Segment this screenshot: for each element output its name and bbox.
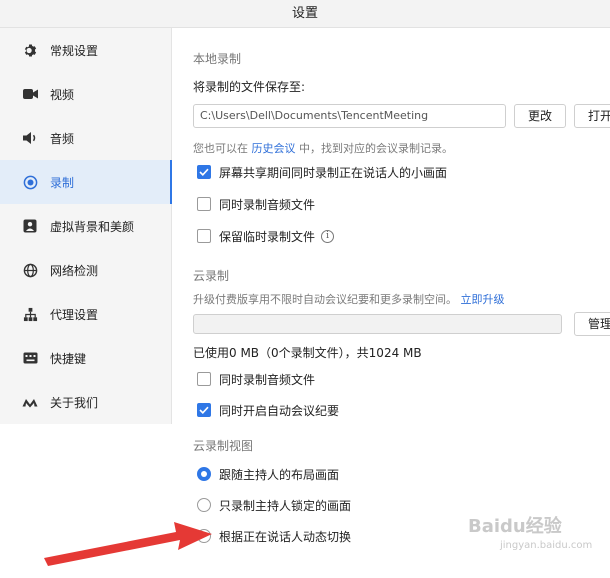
info-icon[interactable]: i — [321, 229, 335, 243]
speaker-icon — [22, 130, 38, 146]
sidebar-item-network-test[interactable]: 网络检测 — [0, 248, 172, 292]
sidebar-item-label: 代理设置 — [50, 307, 99, 322]
option-record-audio-cloud[interactable]: 同时录制音频文件 — [197, 370, 315, 388]
history-hint-suffix: 中，找到对应的会议录制记录。 — [299, 142, 453, 155]
record-icon — [22, 174, 38, 190]
sidebar-item-about[interactable]: 关于我们 — [0, 380, 172, 424]
keyboard-icon — [22, 350, 38, 366]
cloud-storage-bar — [193, 314, 562, 334]
option-label: 同时录制音频文件 — [219, 197, 316, 212]
sidebar-item-label: 录制 — [50, 175, 75, 190]
option-label: 屏幕共享期间同时录制正在说话人的小画面 — [219, 165, 448, 180]
sidebar-item-virtual-background[interactable]: 虚拟背景和美颜 — [0, 204, 172, 248]
manage-button[interactable]: 管理 — [574, 312, 610, 336]
sidebar-item-proxy-settings[interactable]: 代理设置 — [0, 292, 172, 336]
logo-icon — [22, 394, 38, 410]
change-path-button[interactable]: 更改 — [514, 104, 566, 128]
option-record-speaker-during-share[interactable]: 屏幕共享期间同时录制正在说话人的小画面 — [197, 163, 447, 181]
sidebar: 常规设置 视频 音频 录制 虚拟背景和美颜 网络检测 代理设置 快捷键 关于我们 — [0, 28, 172, 424]
gear-icon — [22, 42, 38, 58]
upgrade-hint: 升级付费版享用不限时自动会议纪要和更多录制空间。 立即升级 — [193, 291, 505, 307]
sidebar-item-label: 关于我们 — [50, 395, 99, 410]
sidebar-item-recording[interactable]: 录制 — [0, 160, 172, 204]
cloud-view-title: 云录制视图 — [193, 439, 254, 453]
sidebar-item-label: 网络检测 — [50, 263, 99, 278]
save-path-input[interactable]: C:\Users\Dell\Documents\TencentMeeting — [193, 104, 506, 128]
radio-unselected[interactable] — [197, 498, 211, 512]
window-title: 设置 — [0, 0, 610, 28]
sidebar-item-label: 音频 — [50, 131, 75, 146]
cloud-usage-text: 已使用0 MB（0个录制文件），共1024 MB — [193, 346, 422, 360]
local-recording-title: 本地录制 — [193, 52, 242, 66]
radio-unselected[interactable] — [197, 529, 211, 543]
open-folder-button[interactable]: 打开 — [574, 104, 610, 128]
option-label: 根据正在说话人动态切换 — [219, 529, 352, 544]
radio-follow-host-layout[interactable]: 跟随主持人的布局画面 — [197, 465, 339, 483]
option-label: 同时开启自动会议纪要 — [219, 403, 340, 418]
option-auto-minutes[interactable]: 同时开启自动会议纪要 — [197, 401, 339, 419]
option-record-audio-local[interactable]: 同时录制音频文件 — [197, 195, 315, 213]
network-tree-icon — [22, 306, 38, 322]
history-hint: 您也可以在 历史会议 中，找到对应的会议录制记录。 — [193, 140, 453, 156]
radio-host-locked-view[interactable]: 只录制主持人锁定的画面 — [197, 496, 351, 514]
cloud-recording-title: 云录制 — [193, 269, 230, 283]
watermark-url: jingyan.baidu.com — [500, 540, 593, 551]
option-label: 保留临时录制文件 — [219, 229, 316, 244]
upgrade-hint-text: 升级付费版享用不限时自动会议纪要和更多录制空间。 — [193, 293, 457, 306]
sidebar-item-general[interactable]: 常规设置 — [0, 28, 172, 72]
sidebar-item-label: 常规设置 — [50, 43, 99, 58]
sidebar-item-label: 虚拟背景和美颜 — [50, 219, 135, 234]
history-meeting-link[interactable]: 历史会议 — [252, 142, 296, 155]
checkbox-unchecked[interactable] — [197, 372, 211, 386]
video-camera-icon — [22, 86, 38, 102]
option-label: 只录制主持人锁定的画面 — [219, 498, 352, 513]
upgrade-now-link[interactable]: 立即升级 — [461, 293, 505, 306]
sidebar-item-audio[interactable]: 音频 — [0, 116, 172, 160]
radio-active-speaker[interactable]: 根据正在说话人动态切换 — [197, 527, 351, 545]
watermark-logo: Baidu经验 — [468, 516, 562, 537]
sidebar-item-label: 快捷键 — [50, 351, 87, 366]
checkbox-unchecked[interactable] — [197, 229, 211, 243]
radio-selected[interactable] — [197, 467, 211, 481]
save-location-label: 将录制的文件保存至: — [193, 80, 306, 94]
option-label: 跟随主持人的布局画面 — [219, 467, 340, 482]
portrait-icon — [22, 218, 38, 234]
sidebar-item-video[interactable]: 视频 — [0, 72, 172, 116]
checkbox-checked[interactable] — [197, 165, 211, 179]
checkbox-unchecked[interactable] — [197, 197, 211, 211]
sidebar-item-shortcuts[interactable]: 快捷键 — [0, 336, 172, 380]
option-label: 同时录制音频文件 — [219, 372, 316, 387]
history-hint-prefix: 您也可以在 — [193, 142, 248, 155]
checkbox-checked[interactable] — [197, 403, 211, 417]
option-keep-temp-files[interactable]: 保留临时录制文件 i — [197, 227, 335, 245]
globe-icon — [22, 262, 38, 278]
recording-settings-panel: 本地录制 将录制的文件保存至: C:\Users\Dell\Documents\… — [173, 28, 610, 578]
sidebar-item-label: 视频 — [50, 87, 75, 102]
